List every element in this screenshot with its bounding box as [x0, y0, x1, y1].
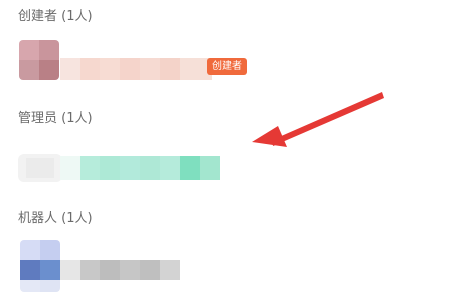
arrow-icon: [252, 92, 384, 147]
